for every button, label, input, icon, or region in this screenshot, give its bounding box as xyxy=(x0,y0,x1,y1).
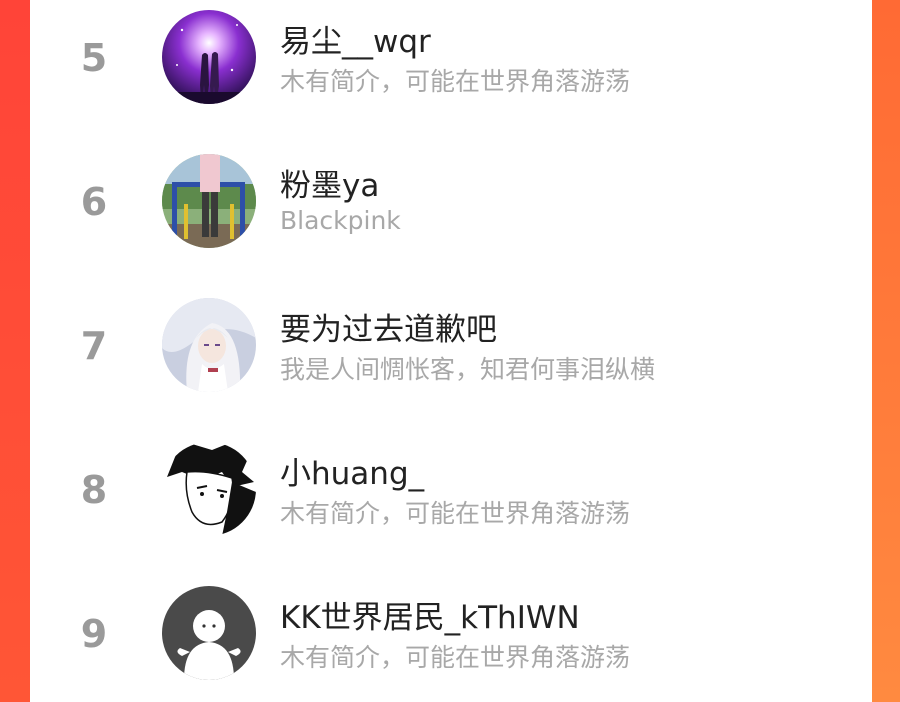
list-item[interactable]: 5 易尘__wqr 木有简介，可能在世界角落游荡 xyxy=(30,2,872,122)
rank-number: 6 xyxy=(80,180,108,224)
user-name[interactable]: 粉墨ya xyxy=(280,160,379,205)
user-bio: 木有简介，可能在世界角落游荡 xyxy=(280,67,631,96)
galaxy-couple-avatar[interactable] xyxy=(162,10,256,104)
anime-silver-hair-avatar[interactable] xyxy=(162,298,256,392)
list-item[interactable]: 9 KK世界居民_kThIWN 木有简介，可能在世界角落游荡 xyxy=(30,578,872,698)
manga-boy-avatar[interactable] xyxy=(162,442,256,536)
user-bio: Blackpink xyxy=(280,206,401,235)
right-accent-bar xyxy=(872,0,900,702)
list-item[interactable]: 6 粉墨ya Blackpink xyxy=(30,146,872,266)
user-name[interactable]: KK世界居民_kThIWN xyxy=(280,592,580,637)
user-name[interactable]: 要为过去道歉吧 xyxy=(280,304,497,349)
playground-photo-avatar[interactable] xyxy=(162,154,256,248)
user-name[interactable]: 小huang_ xyxy=(280,448,424,493)
left-accent-bar xyxy=(0,0,30,702)
rank-number: 7 xyxy=(80,324,108,368)
user-bio: 木有简介，可能在世界角落游荡 xyxy=(280,499,631,528)
default-ghost-avatar[interactable] xyxy=(162,586,256,680)
rank-number: 9 xyxy=(80,612,108,656)
user-bio: 我是人间惆怅客，知君何事泪纵横 xyxy=(280,355,656,384)
rank-number: 5 xyxy=(80,36,108,80)
list-item[interactable]: 7 要为过去道歉吧 我是人间惆怅客，知君何事泪纵横 xyxy=(30,290,872,410)
list-item[interactable]: 8 小huang_ 木有简介，可能在世界角落游荡 xyxy=(30,434,872,554)
ranking-list: 5 易尘__wqr 木有简介，可能在世界角落游荡 6 粉墨ya Blackpin… xyxy=(30,0,872,702)
user-name[interactable]: 易尘__wqr xyxy=(280,16,431,61)
user-bio: 木有简介，可能在世界角落游荡 xyxy=(280,643,631,672)
rank-number: 8 xyxy=(80,468,108,512)
